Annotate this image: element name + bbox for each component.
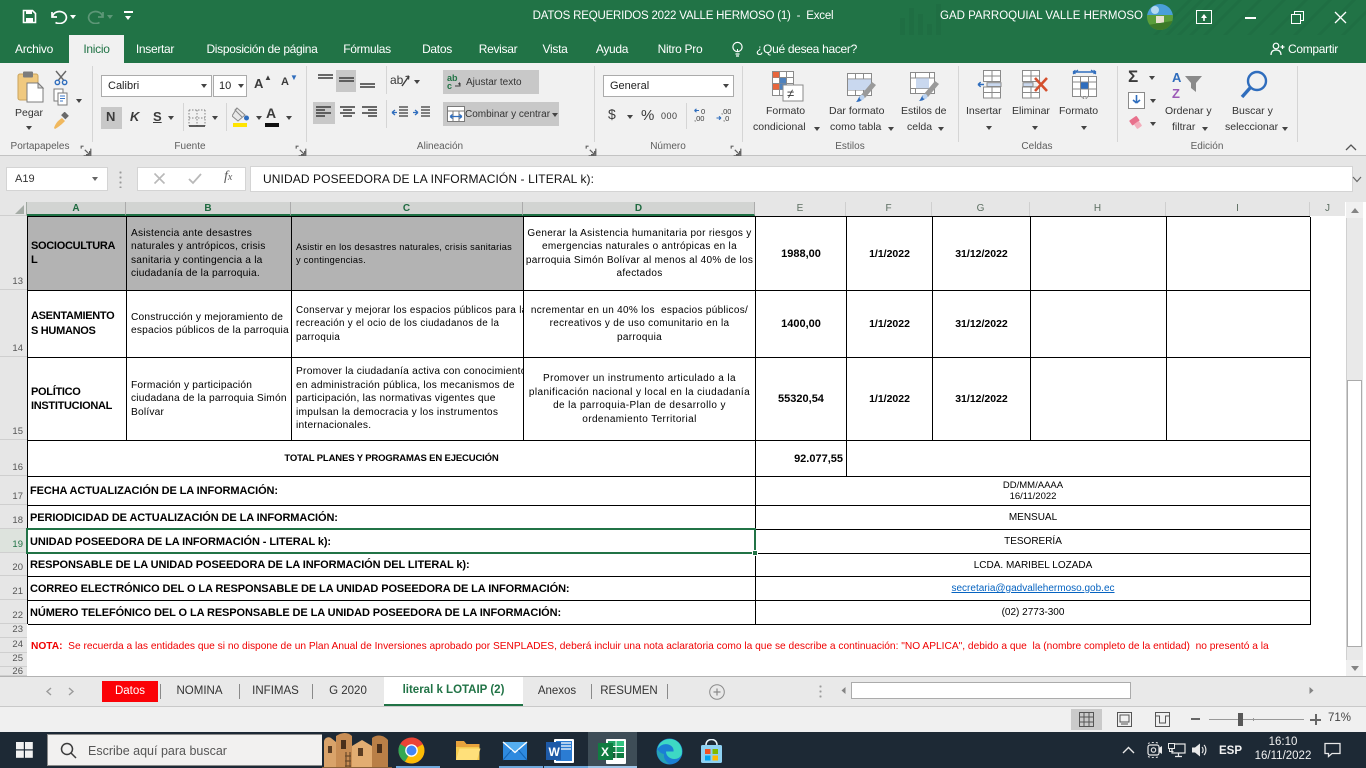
- svg-text:c: c: [447, 81, 452, 90]
- svg-text:,0: ,0: [723, 114, 729, 123]
- svg-text:ab: ab: [390, 73, 404, 87]
- svg-text:X: X: [601, 745, 609, 759]
- svg-text:W: W: [549, 745, 561, 759]
- svg-text:≠: ≠: [787, 86, 794, 101]
- svg-text:,00: ,00: [694, 114, 704, 123]
- svg-text:Z: Z: [1172, 86, 1180, 101]
- svg-text:A: A: [1172, 70, 1182, 85]
